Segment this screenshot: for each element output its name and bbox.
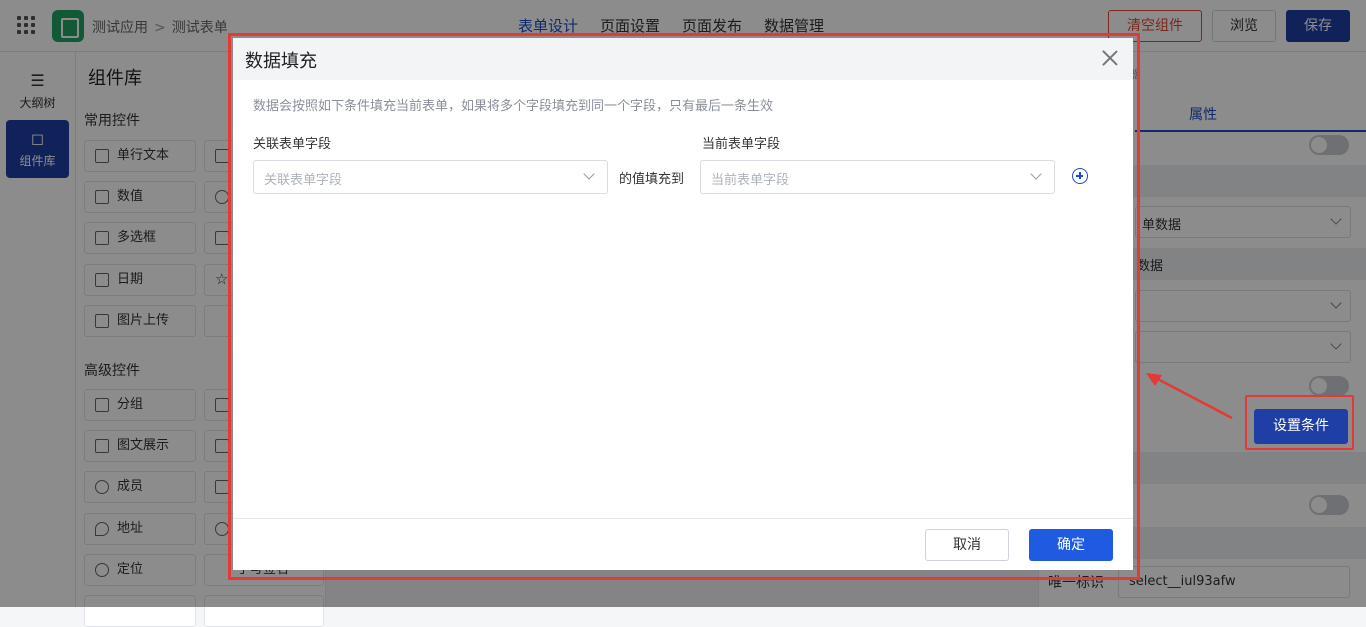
highlight-box xyxy=(1245,395,1354,450)
annotation-arrow-icon xyxy=(1146,373,1233,420)
dialog-highlight-box xyxy=(228,33,1140,580)
